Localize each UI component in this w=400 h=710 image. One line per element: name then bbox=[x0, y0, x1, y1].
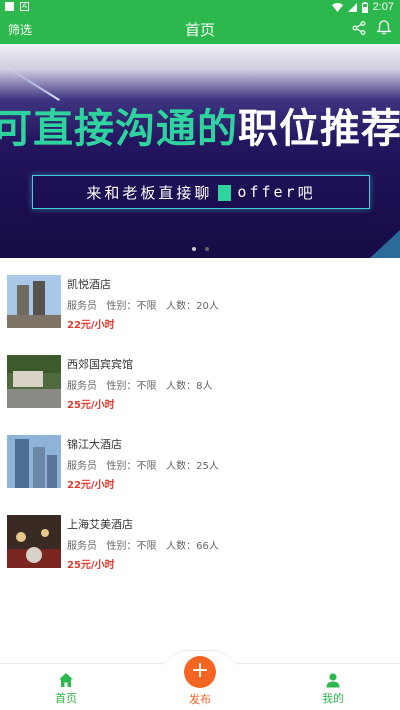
job-meta: 服务员 性别：不限 人数：20人 bbox=[67, 297, 219, 312]
list-item[interactable]: 锦江大酒店 服务员 性别：不限 人数：25人 22元/小时 bbox=[0, 418, 400, 498]
job-gender: 性别：不限 bbox=[106, 461, 157, 472]
hotel-thumbnail bbox=[7, 435, 61, 488]
banner-corner-shape bbox=[370, 230, 400, 258]
battery-icon bbox=[361, 1, 368, 13]
banner-headline-part: 职位推 bbox=[238, 106, 361, 152]
banner-headline-part: 可直接沟通的 bbox=[0, 106, 238, 152]
status-right: 2:07 bbox=[331, 1, 394, 13]
carousel-indicator bbox=[0, 247, 400, 251]
job-meta: 服务员 性别：不限 人数：66人 bbox=[67, 537, 219, 552]
signal-icon bbox=[347, 2, 357, 12]
promo-banner[interactable]: 可直接沟通的职位推荐 来和老板直接聊 offer 吧 bbox=[0, 44, 400, 258]
document-icon bbox=[218, 185, 232, 201]
user-icon bbox=[326, 673, 340, 688]
job-price: 22元/小时 bbox=[67, 320, 115, 331]
job-count: 人数：20人 bbox=[166, 301, 219, 312]
status-bar: A 2:07 bbox=[0, 0, 400, 14]
job-meta: 服务员 性别：不限 人数：25人 bbox=[67, 457, 219, 472]
nav-mine-label: 我的 bbox=[322, 692, 344, 705]
hotel-thumbnail bbox=[7, 355, 61, 408]
job-gender: 性别：不限 bbox=[106, 381, 157, 392]
wifi-icon bbox=[331, 2, 343, 12]
job-role: 服务员 bbox=[67, 461, 97, 472]
plus-icon: + bbox=[190, 658, 210, 683]
job-gender: 性别：不限 bbox=[106, 541, 157, 552]
bottom-nav: 首页 + 发布 我的 bbox=[0, 650, 400, 710]
job-price: 25元/小时 bbox=[67, 400, 115, 411]
job-count: 人数：8人 bbox=[166, 381, 213, 392]
job-role: 服务员 bbox=[67, 381, 97, 392]
job-meta: 服务员 性别：不限 人数：8人 bbox=[67, 377, 212, 392]
banner-headline: 可直接沟通的职位推荐 bbox=[0, 96, 400, 154]
home-icon bbox=[59, 673, 73, 687]
job-count: 人数：66人 bbox=[166, 541, 219, 552]
banner-subline: 来和老板直接聊 offer 吧 bbox=[32, 175, 370, 209]
hotel-thumbnail bbox=[7, 275, 61, 328]
job-price: 25元/小时 bbox=[67, 560, 115, 571]
notification-icons: A bbox=[5, 2, 29, 11]
nav-publish-label[interactable]: 发布 bbox=[170, 691, 230, 707]
nav-mine[interactable]: 我的 bbox=[303, 672, 363, 706]
banner-headline-part: 荐 bbox=[361, 106, 400, 152]
nav-home[interactable]: 首页 bbox=[36, 672, 96, 706]
status-time: 2:07 bbox=[372, 1, 394, 13]
hotel-name: 锦江大酒店 bbox=[67, 438, 122, 451]
notification-icon bbox=[5, 2, 14, 11]
app-header: 筛选 首页 bbox=[0, 14, 400, 44]
nav-home-label: 首页 bbox=[55, 692, 77, 705]
list-item[interactable]: 凯悦酒店 服务员 性别：不限 人数：20人 22元/小时 bbox=[0, 258, 400, 338]
job-role: 服务员 bbox=[67, 541, 97, 552]
hotel-name: 西郊国宾宾馆 bbox=[67, 358, 133, 371]
carousel-dot[interactable] bbox=[204, 247, 209, 251]
notification-a-icon: A bbox=[20, 2, 29, 11]
banner-subline-text: 来和老板直接聊 bbox=[86, 183, 213, 202]
carousel-dot-active[interactable] bbox=[191, 247, 196, 251]
list-item[interactable]: 西郊国宾宾馆 服务员 性别：不限 人数：8人 25元/小时 bbox=[0, 338, 400, 418]
bell-icon[interactable] bbox=[376, 19, 392, 35]
hotel-thumbnail bbox=[7, 515, 61, 568]
banner-subline-end: 吧 bbox=[297, 183, 316, 202]
hotel-name: 凯悦酒店 bbox=[67, 278, 111, 291]
page-title: 首页 bbox=[184, 21, 215, 39]
job-count: 人数：25人 bbox=[166, 461, 219, 472]
publish-button[interactable]: + bbox=[184, 656, 216, 688]
hotel-name: 上海艾美酒店 bbox=[67, 518, 133, 531]
list-item[interactable]: 上海艾美酒店 服务员 性别：不限 人数：66人 25元/小时 bbox=[0, 498, 400, 578]
job-role: 服务员 bbox=[67, 301, 97, 312]
job-gender: 性别：不限 bbox=[106, 301, 157, 312]
job-price: 22元/小时 bbox=[67, 480, 115, 491]
share-icon[interactable] bbox=[352, 21, 366, 35]
banner-offer-text: offer bbox=[237, 183, 298, 201]
